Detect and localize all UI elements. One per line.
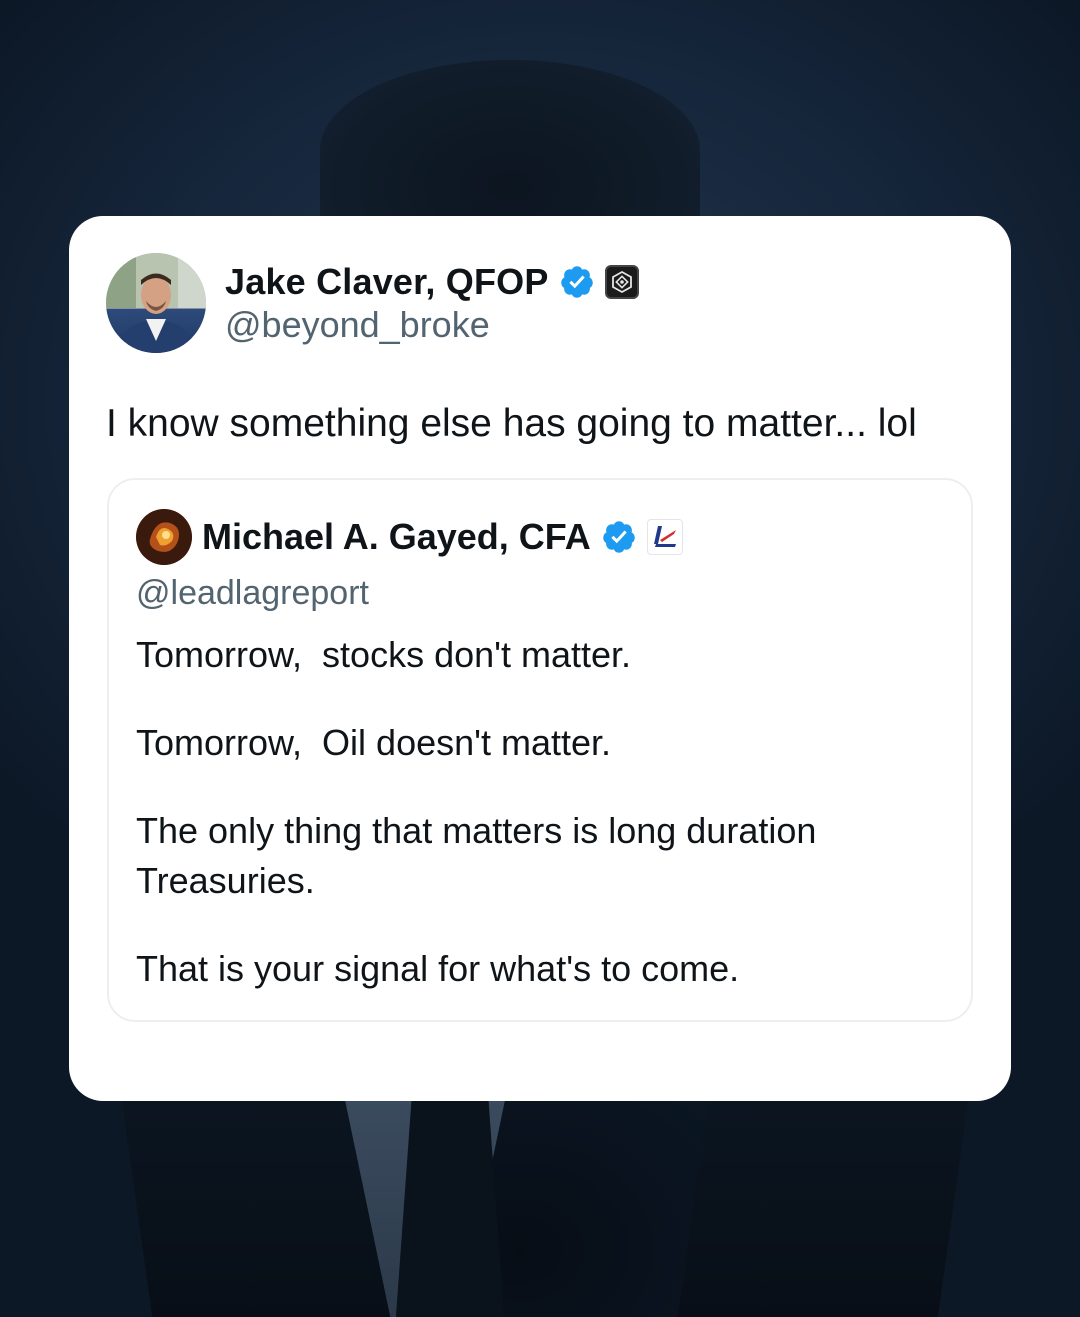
tweet-text: I know something else has going to matte… [106, 402, 917, 445]
quoted-author-handle[interactable]: @leadlagreport [136, 574, 369, 613]
background-figure-hair [320, 60, 700, 240]
quoted-tweet[interactable]: Michael A. Gayed, CFA @leadlagreport Tom… [107, 478, 973, 1022]
author-display-name[interactable]: Jake Claver, QFOP [225, 261, 549, 303]
quoted-name-row: Michael A. Gayed, CFA [202, 514, 683, 560]
background-suit-right [671, 1100, 969, 1317]
quoted-tweet-body: Tomorrow, stocks don't matter. Tomorrow,… [136, 630, 936, 994]
quoted-author-avatar[interactable] [136, 509, 192, 565]
affiliate-badge-icon[interactable] [604, 265, 639, 299]
author-name-row: Jake Claver, QFOP [225, 260, 639, 304]
verified-badge-icon [560, 266, 593, 298]
quoted-author-display-name[interactable]: Michael A. Gayed, CFA [202, 516, 591, 558]
quoted-paragraph: Tomorrow, stocks don't matter. [136, 634, 632, 675]
author-handle[interactable]: @beyond_broke [225, 304, 490, 346]
author-avatar[interactable] [106, 253, 206, 353]
verified-badge-icon [603, 521, 635, 553]
quoted-paragraph: The only thing that matters is long dura… [136, 810, 826, 901]
quoted-paragraph: Tomorrow, Oil doesn't matter. [136, 722, 612, 763]
background-tie [395, 1100, 505, 1317]
quoted-paragraph: That is your signal for what's to come. [136, 948, 740, 989]
leadlag-logo-icon[interactable] [646, 519, 683, 555]
tweet-card[interactable]: Jake Claver, QFOP @beyond_broke I know s… [69, 216, 1011, 1101]
